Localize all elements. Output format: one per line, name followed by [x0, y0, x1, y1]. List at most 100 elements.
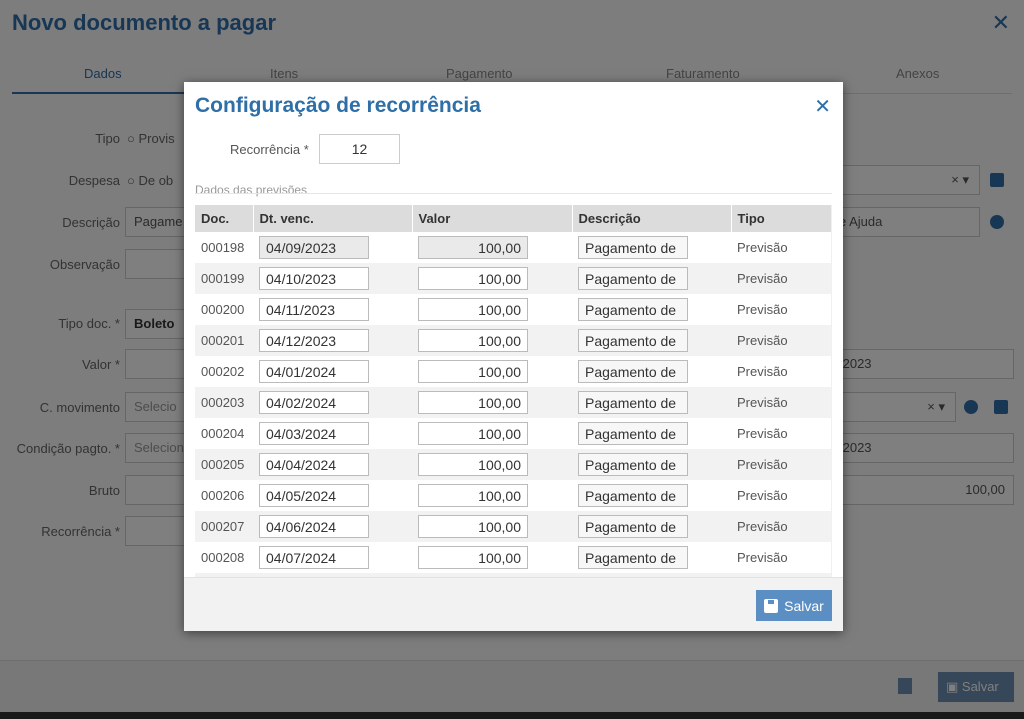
dt-venc-cell	[253, 232, 412, 263]
valor-cell	[412, 356, 572, 387]
column-header-descricao[interactable]: Descrição	[572, 205, 732, 232]
recorrencia-modal: Configuração de recorrência ✕ Recorrênci…	[184, 82, 843, 631]
valor-input[interactable]	[418, 329, 528, 352]
valor-input[interactable]	[418, 391, 528, 414]
descricao-cell	[572, 418, 731, 449]
descricao-cell	[572, 232, 731, 263]
tipo-cell: Previsão	[731, 511, 831, 542]
dt-venc-input[interactable]	[259, 422, 369, 445]
descricao-input[interactable]	[578, 360, 688, 383]
dt-venc-input[interactable]	[259, 236, 369, 259]
descricao-input[interactable]	[578, 267, 688, 290]
valor-input[interactable]	[418, 360, 528, 383]
valor-cell	[412, 480, 572, 511]
descricao-cell	[572, 356, 731, 387]
dt-venc-input[interactable]	[259, 484, 369, 507]
dt-venc-input[interactable]	[259, 391, 369, 414]
valor-cell	[412, 387, 572, 418]
recorrencia-input[interactable]	[319, 134, 400, 164]
doc-cell: 000207	[195, 511, 253, 542]
modal-footer: Salvar	[184, 577, 843, 631]
descricao-input[interactable]	[578, 391, 688, 414]
dt-venc-cell	[253, 356, 412, 387]
descricao-input[interactable]	[578, 453, 688, 476]
descricao-cell	[572, 294, 731, 325]
doc-cell: 000205	[195, 449, 253, 480]
valor-input[interactable]	[418, 484, 528, 507]
valor-input[interactable]	[418, 546, 528, 569]
valor-cell	[412, 232, 572, 263]
valor-input[interactable]	[418, 453, 528, 476]
descricao-input[interactable]	[578, 329, 688, 352]
table-row: 000201 Previsão	[195, 325, 831, 356]
valor-cell	[412, 449, 572, 480]
tipo-cell: Previsão	[731, 449, 831, 480]
table-scrollbar[interactable]	[831, 205, 832, 577]
floppy-disk-icon	[764, 598, 779, 613]
close-icon[interactable]: ✕	[814, 94, 831, 119]
tipo-cell: Previsão	[731, 542, 831, 573]
dt-venc-input[interactable]	[259, 329, 369, 352]
descricao-input[interactable]	[578, 515, 688, 538]
dt-venc-cell	[253, 263, 412, 294]
dt-venc-cell	[253, 387, 412, 418]
table-row: 000202 Previsão	[195, 356, 831, 387]
descricao-cell	[572, 542, 731, 573]
descricao-cell	[572, 387, 731, 418]
doc-cell: 000206	[195, 480, 253, 511]
column-header-dt-venc[interactable]: Dt. venc.	[253, 205, 413, 232]
tipo-cell: Previsão	[731, 480, 831, 511]
table-row: 000205 Previsão	[195, 449, 831, 480]
valor-input[interactable]	[418, 515, 528, 538]
table-row: 000200 Previsão	[195, 294, 831, 325]
dt-venc-cell	[253, 294, 412, 325]
previsoes-table-container: Doc. Dt. venc. Valor Descrição Tipo 0001…	[195, 205, 832, 577]
table-row: 000206 Previsão	[195, 480, 831, 511]
valor-cell	[412, 511, 572, 542]
dt-venc-input[interactable]	[259, 360, 369, 383]
tipo-cell: Previsão	[731, 418, 831, 449]
doc-cell: 000198	[195, 232, 253, 263]
valor-input[interactable]	[418, 422, 528, 445]
table-row: 000208 Previsão	[195, 542, 831, 573]
dt-venc-cell	[253, 325, 412, 356]
descricao-cell	[572, 511, 731, 542]
dt-venc-input[interactable]	[259, 267, 369, 290]
descricao-input[interactable]	[578, 236, 688, 259]
recorrencia-label: Recorrência *	[230, 142, 309, 157]
valor-cell	[412, 263, 572, 294]
column-header-tipo[interactable]: Tipo	[731, 205, 832, 232]
dt-venc-input[interactable]	[259, 298, 369, 321]
column-header-doc[interactable]: Doc.	[195, 205, 254, 232]
section-divider	[195, 193, 832, 194]
descricao-input[interactable]	[578, 546, 688, 569]
modal-title: Configuração de recorrência	[195, 94, 481, 117]
previsoes-table: Doc. Dt. venc. Valor Descrição Tipo 0001…	[195, 205, 832, 577]
dt-venc-cell	[253, 418, 412, 449]
dt-venc-input[interactable]	[259, 546, 369, 569]
valor-input[interactable]	[418, 298, 528, 321]
table-row: 000198 Previsão	[195, 232, 831, 263]
descricao-cell	[572, 325, 731, 356]
dt-venc-cell	[253, 480, 412, 511]
save-button-label: Salvar	[784, 597, 824, 614]
valor-input[interactable]	[418, 236, 528, 259]
column-header-valor[interactable]: Valor	[412, 205, 573, 232]
descricao-cell	[572, 449, 731, 480]
descricao-input[interactable]	[578, 298, 688, 321]
dt-venc-input[interactable]	[259, 453, 369, 476]
dt-venc-cell	[253, 542, 412, 573]
valor-input[interactable]	[418, 267, 528, 290]
doc-cell: 000199	[195, 263, 253, 294]
dt-venc-cell	[253, 511, 412, 542]
descricao-input[interactable]	[578, 422, 688, 445]
table-row: 000207 Previsão	[195, 511, 831, 542]
descricao-input[interactable]	[578, 484, 688, 507]
doc-cell: 000204	[195, 418, 253, 449]
descricao-cell	[572, 263, 731, 294]
save-button[interactable]: Salvar	[756, 590, 832, 621]
doc-cell: 000201	[195, 325, 253, 356]
tipo-cell: Previsão	[731, 232, 831, 263]
doc-cell: 000202	[195, 356, 253, 387]
dt-venc-input[interactable]	[259, 515, 369, 538]
